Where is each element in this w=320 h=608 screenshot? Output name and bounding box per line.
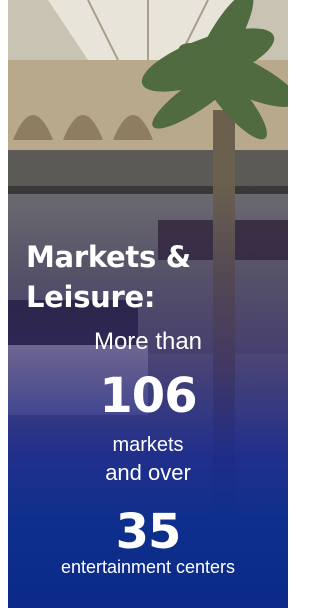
markets-label: markets bbox=[112, 434, 184, 456]
title-line-1: Markets & bbox=[26, 240, 191, 274]
and-over-text: and over bbox=[105, 460, 191, 485]
stat-card: Markets & Leisure: More than 106 markets… bbox=[8, 0, 288, 608]
more-than-text: More than bbox=[93, 328, 203, 355]
title-line-2: Leisure: bbox=[26, 280, 156, 314]
markets-count: 106 bbox=[99, 368, 197, 424]
card-title: Markets & Leisure: bbox=[26, 237, 191, 317]
entertainment-label: entertainment centers bbox=[60, 557, 236, 577]
entertainment-count: 35 bbox=[115, 504, 182, 560]
